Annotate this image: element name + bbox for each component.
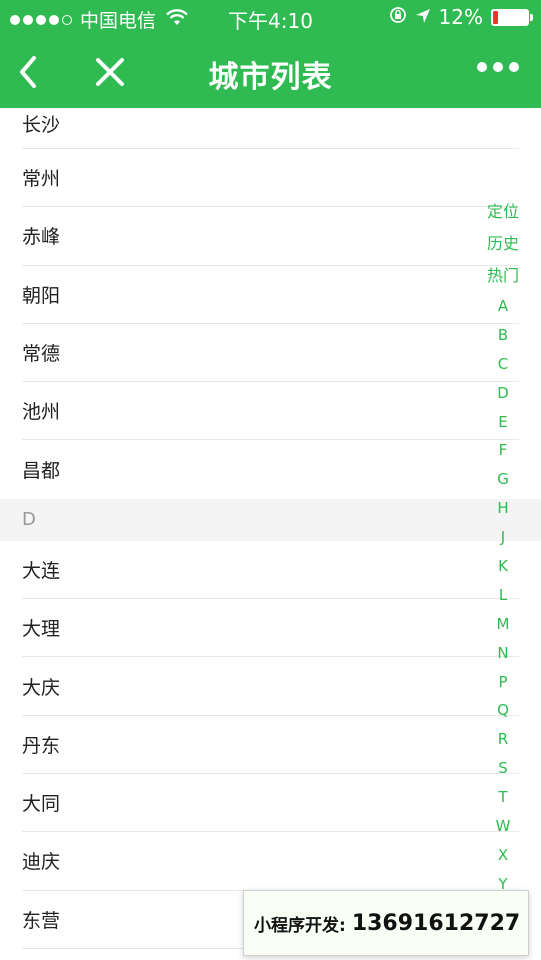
index-letter-d[interactable]: D xyxy=(485,379,521,408)
page-title: 城市列表 xyxy=(208,60,333,95)
index-item-hot[interactable]: 热门 xyxy=(485,260,521,292)
city-name: 赤峰 xyxy=(22,226,61,249)
alphabet-index-bar[interactable]: 定位 历史 热门 A B C D E F G H J K L M N P Q R… xyxy=(485,196,521,899)
city-name: 朝阳 xyxy=(22,284,61,307)
index-letter-t[interactable]: T xyxy=(485,783,521,812)
index-letter-g[interactable]: G xyxy=(485,465,521,494)
city-name: 丹东 xyxy=(22,734,61,757)
section-header-d: D xyxy=(0,498,541,541)
index-item-location[interactable]: 定位 xyxy=(485,196,521,228)
index-letter-p[interactable]: P xyxy=(485,668,521,697)
index-letter-n[interactable]: N xyxy=(485,639,521,668)
promo-label: 小程序开发: xyxy=(254,915,346,936)
city-name: 大理 xyxy=(22,618,61,641)
city-name: 常德 xyxy=(22,343,61,366)
status-bar: 中国电信 下午4:10 12% xyxy=(0,0,541,36)
index-letter-x[interactable]: X xyxy=(485,841,521,870)
city-name: 池州 xyxy=(22,401,61,424)
index-letter-l[interactable]: L xyxy=(485,581,521,610)
city-row-d-1[interactable]: 大理 xyxy=(22,599,519,658)
index-letter-s[interactable]: S xyxy=(485,754,521,783)
index-letter-f[interactable]: F xyxy=(485,436,521,465)
city-row-d-3[interactable]: 丹东 xyxy=(22,716,519,774)
city-name: 大连 xyxy=(22,559,61,582)
index-letter-h[interactable]: H xyxy=(485,494,521,523)
more-dot-icon xyxy=(477,62,487,72)
city-row-c-1[interactable]: 常州 xyxy=(22,149,519,208)
index-letter-m[interactable]: M xyxy=(485,610,521,639)
index-letter-j[interactable]: J xyxy=(485,523,521,552)
header: 中国电信 下午4:10 12% 城市列表 xyxy=(0,0,541,108)
index-letter-b[interactable]: B xyxy=(485,321,521,350)
index-item-history[interactable]: 历史 xyxy=(485,228,521,260)
city-name: 大庆 xyxy=(22,676,61,699)
city-name: 迪庆 xyxy=(22,851,61,874)
more-dot-icon xyxy=(509,62,519,72)
city-row-d-2[interactable]: 大庆 xyxy=(22,657,519,716)
city-name: 昌都 xyxy=(22,460,61,483)
city-row-d-5[interactable]: 迪庆 xyxy=(22,832,519,891)
index-letter-r[interactable]: R xyxy=(485,725,521,754)
battery-percent: 12% xyxy=(438,5,483,29)
nav-bar: 城市列表 xyxy=(0,36,541,108)
city-row-c-6[interactable]: 昌都 xyxy=(22,440,519,498)
city-row-c-3[interactable]: 朝阳 xyxy=(22,266,519,324)
city-name: 大同 xyxy=(22,793,61,816)
more-dot-icon xyxy=(493,62,503,72)
location-arrow-icon xyxy=(415,5,431,29)
index-letter-q[interactable]: Q xyxy=(485,696,521,725)
promo-phone-number: 13691612727 xyxy=(351,910,521,936)
rotation-lock-icon xyxy=(389,5,407,29)
index-letter-c[interactable]: C xyxy=(485,350,521,379)
index-letter-w[interactable]: W xyxy=(485,812,521,841)
index-letter-k[interactable]: K xyxy=(485,552,521,581)
city-row-d-4[interactable]: 大同 xyxy=(22,774,519,833)
city-row-c-0[interactable]: 长沙 xyxy=(22,108,519,149)
city-name: 常州 xyxy=(22,168,61,191)
city-name: 东营 xyxy=(22,909,61,932)
city-row-c-5[interactable]: 池州 xyxy=(22,382,519,441)
promo-banner: 小程序开发: 13691612727 xyxy=(243,890,529,956)
city-row-c-2[interactable]: 赤峰 xyxy=(22,207,519,266)
city-list[interactable]: 长沙 常州 赤峰 朝阳 常德 池州 昌都 D 大连 大理 大庆 丹东 大同 迪庆… xyxy=(0,108,541,960)
more-options-button[interactable] xyxy=(477,62,519,72)
city-row-d-0[interactable]: 大连 xyxy=(22,541,519,600)
battery-icon xyxy=(491,8,533,26)
index-letter-e[interactable]: E xyxy=(485,408,521,437)
status-right: 12% xyxy=(389,5,533,29)
index-letter-a[interactable]: A xyxy=(485,292,521,321)
city-row-c-4[interactable]: 常德 xyxy=(22,324,519,383)
city-name: 长沙 xyxy=(22,114,61,136)
